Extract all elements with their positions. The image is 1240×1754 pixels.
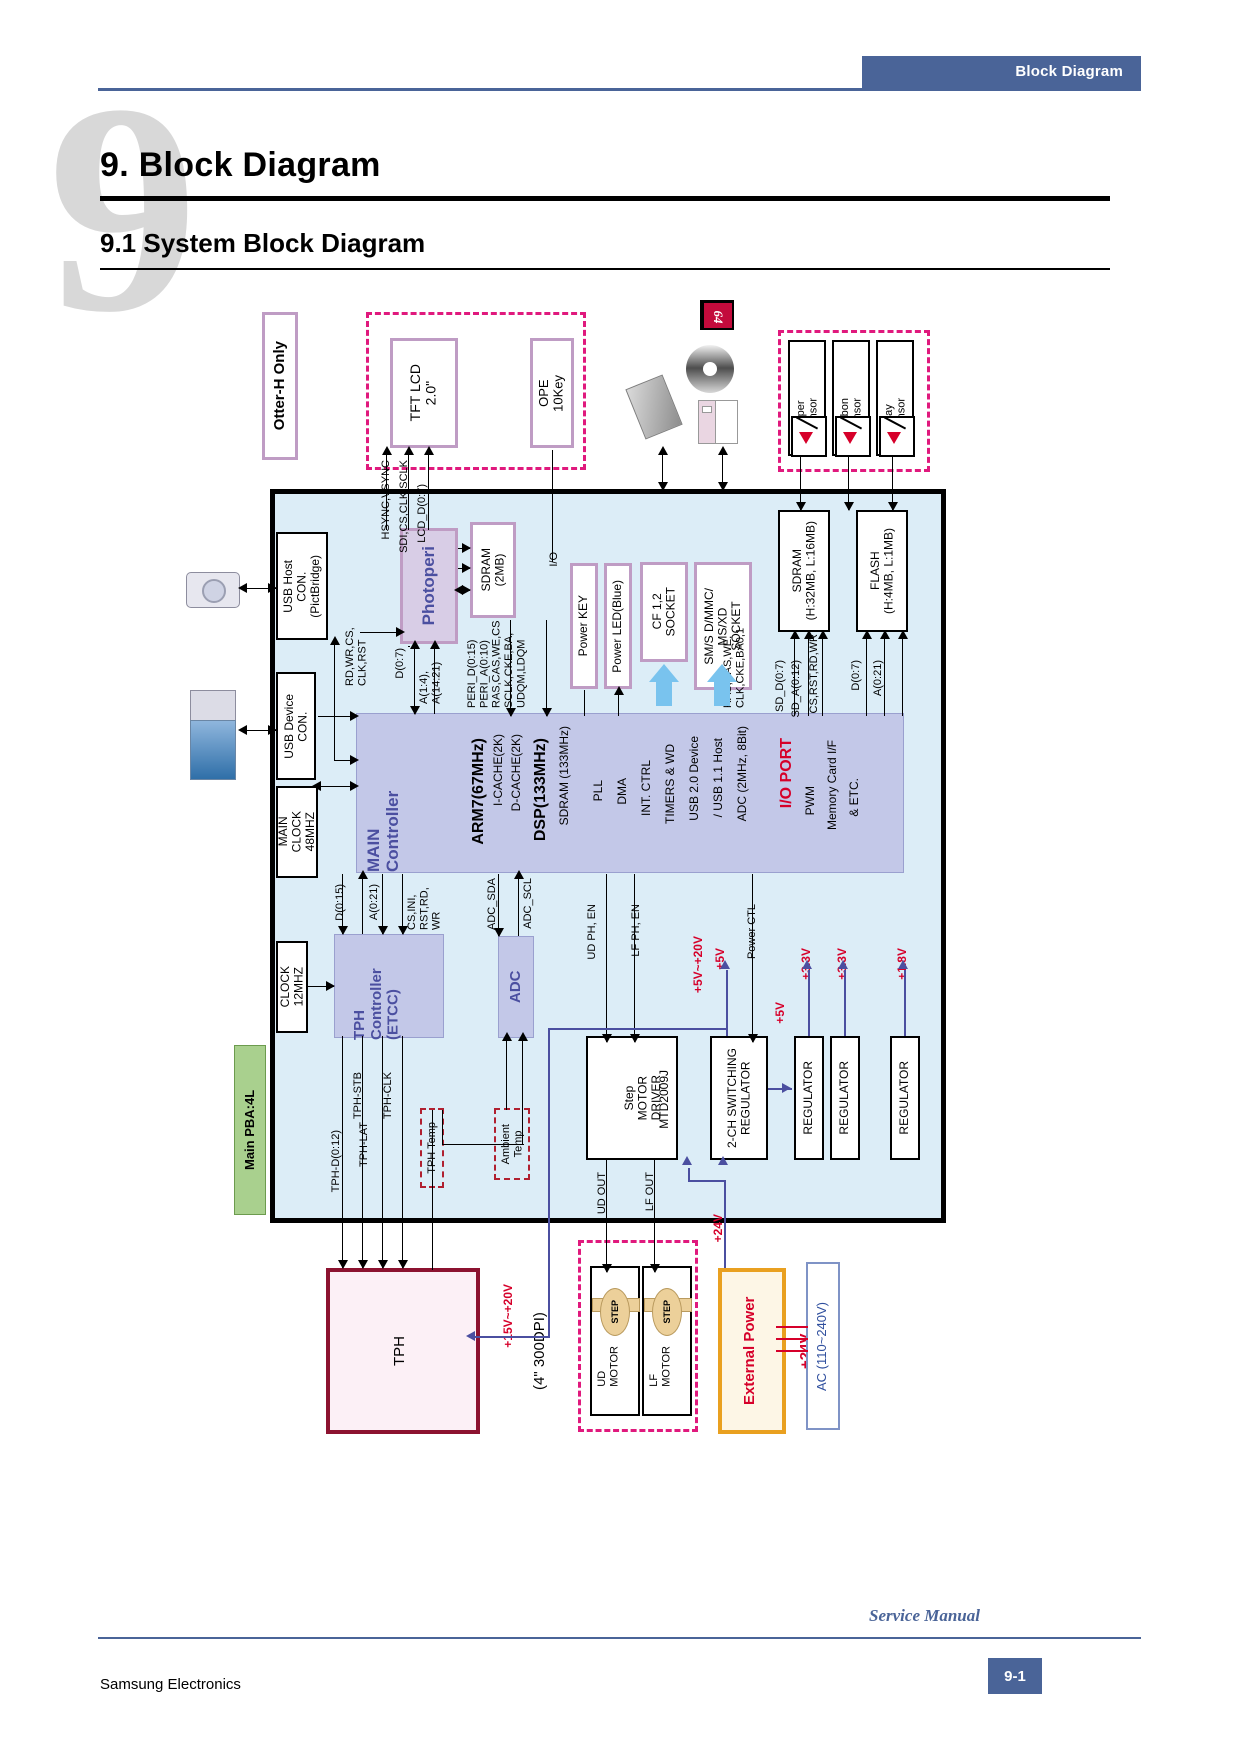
- block-power-key: Power KEY: [570, 563, 598, 689]
- signal-a021: A(0:21): [368, 884, 380, 921]
- section-title: 9.1 System Block Diagram: [100, 228, 426, 258]
- block-lf-motor: STEP LF MOTOR: [642, 1266, 692, 1416]
- block-power-led: Power LED(Blue): [604, 563, 632, 689]
- dsp-item-usb11: / USB 1.1 Host: [711, 738, 725, 818]
- ac-wire: [776, 1338, 808, 1340]
- step-motor-driver-part: MTD2009J: [657, 1070, 671, 1129]
- step-motor-icon: STEP: [600, 1288, 630, 1336]
- block-flash: FLASH (H:4MB, L:1MB): [856, 510, 908, 632]
- block-regulator-33b: REGULATOR: [830, 1036, 860, 1160]
- dsp-item-pll: PLL: [591, 780, 605, 802]
- main-pba-label: Main PBA:4L: [234, 1045, 266, 1215]
- ac-wire: [776, 1350, 808, 1352]
- block-adc: ADC: [498, 936, 534, 1038]
- cf-card-icon: 64: [704, 303, 732, 328]
- signal-sd-d: SD_D(0:7): [774, 660, 786, 712]
- signal-a14-a1421: A(1:4), A(14:21): [418, 661, 443, 704]
- block-main-clock-48mhz: MAIN CLOCK 48MHZ: [276, 786, 318, 878]
- main-controller-dsp: DSP(133MHz): [532, 738, 549, 842]
- block-usb-host-connector: USB Host CON. (PictBridge): [276, 532, 328, 640]
- signal-cs-rst-rd-wr: CS,RST,RD,WR: [808, 634, 820, 714]
- signal-flash-a: A(0:21): [872, 660, 884, 697]
- voltage-5v-20v: +5V~+20V: [691, 936, 705, 994]
- page-number: 9-1: [988, 1658, 1042, 1694]
- signal-tph-d: TPH-D(0:12): [330, 1130, 342, 1193]
- block-regulator-33a: REGULATOR: [794, 1036, 824, 1160]
- title-rule: [100, 196, 1110, 201]
- block-ac-input: AC (110~240V): [806, 1262, 840, 1430]
- signal-flash-d: D(0:7): [850, 660, 862, 691]
- block-regulator-18: REGULATOR: [890, 1036, 920, 1160]
- dsp-item-adc: ADC (2MHz, 8Bit): [735, 726, 749, 822]
- sensor-led-icon: [843, 432, 857, 444]
- footer-company: Samsung Electronics: [100, 1676, 241, 1693]
- otter-h-only-note: Otter-H Only: [262, 312, 298, 460]
- page-title: 9. Block Diagram: [100, 146, 381, 184]
- dsp-item-dma: DMA: [615, 778, 629, 805]
- signal-ud-ph-en: UD PH, EN: [586, 904, 598, 960]
- dsp-item-int-ctrl: INT. CTRL: [639, 760, 653, 817]
- io-port-title: I/O PORT: [778, 738, 795, 809]
- dsp-item-timers-wd: TIMERS & WD: [663, 744, 677, 824]
- cpu-icache: I-CACHE(2K): [491, 734, 505, 807]
- dsp-item-usb2: USB 2.0 Device: [687, 736, 701, 821]
- camera-device-icon: [186, 566, 242, 610]
- dsp-item-sdram: SDRAM (133MHz): [557, 726, 571, 826]
- camcorder-device-icon: [186, 690, 242, 782]
- footer-rule: [98, 1637, 1141, 1639]
- sensor-led-icon: [799, 432, 813, 444]
- signal-sd-a: SD_A(0:12): [790, 660, 802, 718]
- block-usb-device-connector: USB Device CON.: [276, 672, 316, 780]
- signal-lcd-d: LCD_D(0:7): [416, 484, 428, 543]
- main-controller-title: MAIN Controller: [364, 791, 403, 873]
- block-2ch-switching-regulator: 2-CH SWITCHING REGULATOR: [710, 1036, 768, 1160]
- signal-cs-ini: CS,INI, RST,RD, WR: [406, 887, 443, 930]
- manual-label: Service Manual: [869, 1606, 980, 1625]
- step-motor-icon: STEP: [652, 1288, 682, 1336]
- motor-group: STEP UD MOTOR STEP LF MOTOR: [580, 1240, 694, 1426]
- block-ud-motor: STEP UD MOTOR: [590, 1266, 640, 1416]
- io-item-etc: & ETC.: [847, 778, 861, 817]
- memory-stick-icon: [698, 400, 738, 444]
- main-controller-cpu: ARM7(67MHz): [470, 738, 487, 845]
- block-sdram-2mb: SDRAM (2MB): [470, 522, 516, 618]
- io-item-memcard: Memory Card I/F: [825, 740, 839, 831]
- block-cf-socket: CF 1,2 SOCKET: [640, 562, 688, 662]
- label-io: I/O: [548, 552, 560, 567]
- io-item-pwm: PWM: [803, 786, 817, 816]
- signal-tph-lat: TPH-LAT: [358, 1122, 370, 1168]
- section-rule: [100, 268, 1110, 270]
- signal-tph-clk: TPH-CLK: [382, 1072, 394, 1120]
- ac-wire: [776, 1326, 808, 1328]
- signal-d015: D(0:15): [334, 884, 346, 921]
- block-sdram-main: SDRAM (H:32MB, L:16MB): [778, 510, 830, 632]
- signal-d07: D(0:7): [394, 648, 406, 679]
- signal-rd-wr-cs: RD,WR,CS, CLK,RST: [344, 627, 369, 686]
- voltage-5v-out: +5V: [773, 1002, 787, 1024]
- block-ope-10key: OPE 10Key: [530, 338, 574, 448]
- block-clock-12mhz: CLOCK 12MHZ: [276, 941, 308, 1033]
- signal-adc-scl: ADC_SCL: [522, 878, 534, 929]
- signal-peri-bus: PERI_D(0:15) PERI_A(0:10) RAS,CAS,WE,CS …: [466, 620, 528, 708]
- signal-lf-ph-en: LF PH, EN: [630, 904, 642, 957]
- block-tft-lcd: TFT LCD 2.0": [390, 338, 458, 448]
- system-block-diagram: Otter-H Only TFT LCD 2.0" OPE 10Key 64 P…: [0, 0, 1240, 1754]
- signal-adc-sda: ADC_SDA: [486, 878, 498, 930]
- service-manual-page: Block Diagram 9 9. Block Diagram 9.1 Sys…: [0, 0, 1240, 1754]
- voltage-15v-20v: +15V~+20V: [501, 1284, 515, 1348]
- tph-controller-label: TPH Controller (ETCC): [351, 968, 402, 1041]
- block-tph-head: TPH (4" 300DPI): [326, 1268, 548, 1434]
- smart-media-card-icon: [625, 374, 683, 440]
- block-main-controller: [356, 713, 904, 873]
- cd-media-icon: [686, 345, 734, 393]
- cpu-dcache: D-CACHE(2K): [509, 734, 523, 812]
- sensor-led-icon: [887, 432, 901, 444]
